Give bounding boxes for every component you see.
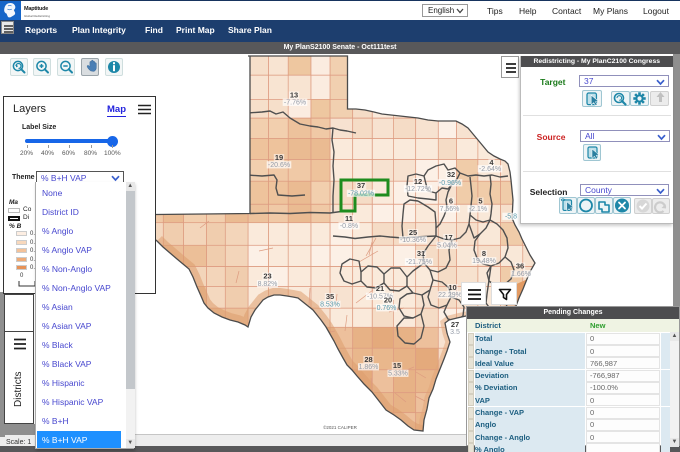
svg-text:8.53%: 8.53%: [320, 302, 340, 309]
svg-text:0.76%: 0.76%: [377, 305, 397, 312]
svg-text:27: 27: [451, 320, 459, 329]
svg-text:11: 11: [345, 214, 353, 223]
svg-text:23: 23: [263, 272, 271, 281]
svg-text:36: 36: [516, 262, 524, 271]
svg-text:-2.64%: -2.64%: [479, 166, 501, 173]
svg-text:8: 8: [482, 249, 486, 258]
svg-text:28: 28: [364, 355, 372, 364]
svg-text:25: 25: [409, 228, 417, 237]
svg-text:5.04%: 5.04%: [437, 243, 457, 250]
svg-text:13: 13: [290, 91, 298, 100]
svg-text:22.29%: 22.29%: [438, 292, 462, 299]
svg-text:-12.72%: -12.72%: [405, 186, 431, 193]
svg-text:17: 17: [444, 233, 452, 242]
svg-text:-2.1%: -2.1%: [469, 206, 487, 213]
svg-text:35: 35: [326, 292, 334, 301]
svg-text:3.5: 3.5: [450, 329, 460, 336]
svg-text:19.48%: 19.48%: [472, 258, 496, 265]
svg-text:-10.36%: -10.36%: [400, 237, 426, 244]
svg-text:5: 5: [478, 197, 482, 206]
svg-text:-7.76%: -7.76%: [284, 100, 306, 107]
svg-text:21: 21: [376, 284, 384, 293]
svg-text:20: 20: [384, 296, 392, 305]
svg-text:15: 15: [393, 361, 401, 370]
svg-text:-0.96%: -0.96%: [439, 180, 461, 187]
svg-text:1.86%: 1.86%: [359, 364, 379, 371]
svg-text:©2021 CALIPER: ©2021 CALIPER: [323, 424, 358, 430]
svg-text:-20.6%: -20.6%: [268, 162, 290, 169]
svg-text:32: 32: [447, 170, 455, 179]
svg-text:-21.75%: -21.75%: [406, 259, 432, 266]
svg-text:31: 31: [417, 249, 425, 258]
svg-text:12: 12: [414, 177, 422, 186]
svg-text:5.33%: 5.33%: [388, 371, 408, 378]
svg-text:8.82%: 8.82%: [258, 281, 278, 288]
svg-text:37: 37: [357, 181, 365, 190]
svg-text:7.56%: 7.56%: [440, 206, 460, 213]
svg-text:6: 6: [449, 197, 453, 206]
svg-text:-5.8: -5.8: [505, 214, 517, 221]
svg-text:19: 19: [275, 153, 283, 162]
svg-text:10: 10: [448, 283, 456, 292]
svg-text:-78.02%: -78.02%: [348, 191, 374, 198]
svg-text:1.66%: 1.66%: [511, 271, 531, 278]
svg-text:-0.8%: -0.8%: [340, 223, 358, 230]
